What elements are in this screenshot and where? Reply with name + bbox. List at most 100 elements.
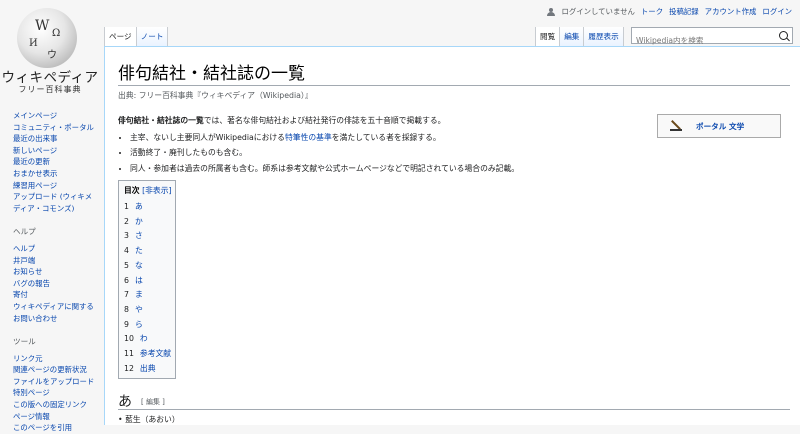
tab-page[interactable]: ページ <box>104 27 136 46</box>
title-divider <box>118 85 790 86</box>
toc-link[interactable]: か <box>135 217 143 226</box>
toc-link[interactable]: 参考文献 <box>140 349 171 358</box>
sidebar: メインページ コミュニティ・ポータル 最近の出来事 新しいページ 最近の更新 お… <box>13 110 99 434</box>
sidebar-item-related-changes[interactable]: 関連ページの更新状況 <box>13 364 99 376</box>
toc-item[interactable]: 4た <box>124 244 171 259</box>
intro-rest: では、著名な俳句結社および結社発行の俳誌を五十音順で掲載する。 <box>203 116 446 125</box>
tab-read[interactable]: 閲覧 <box>535 27 560 46</box>
section-heading: あ <box>118 394 132 410</box>
sidebar-item-donate[interactable]: 寄付 <box>13 289 99 301</box>
toc-list: 1あ 2か 3さ 4た 5な 6は 7ま 8や 9ら 10 わ 11 参考文献 12… <box>124 200 171 376</box>
login-link[interactable]: ログイン <box>762 6 792 17</box>
list-item-text: 藍生（あおい） <box>118 415 180 424</box>
sidebar-heading-tools: ツール <box>13 337 36 347</box>
criteria-list: 主宰、ないし主要同人がWikipediaにおける特筆性の基準を満たしている者を採… <box>118 130 519 177</box>
sidebar-item-announcements[interactable]: お知らせ <box>13 266 99 278</box>
personal-tools: ログインしていません トーク 投稿記録 アカウント作成 ログイン <box>547 6 792 17</box>
sidebar-item-what-links-here[interactable]: リンク元 <box>13 353 99 365</box>
toc-item[interactable]: 3さ <box>124 229 171 244</box>
globe-glyph: И <box>29 38 38 49</box>
portal-literature-link[interactable]: ポータル 文学 <box>696 121 744 132</box>
sidebar-item-random[interactable]: おまかせ表示 <box>13 168 99 180</box>
search-input[interactable] <box>636 36 774 45</box>
toc-link[interactable]: や <box>135 305 143 314</box>
toc-link[interactable]: な <box>135 261 143 270</box>
sidebar-item-page-info[interactable]: ページ情報 <box>13 411 99 423</box>
sidebar-item-upload[interactable]: アップロード (ウィキメディア・コモンズ) <box>13 191 99 214</box>
intro-text: 俳句結社・結社誌の一覧では、著名な俳句結社および結社発行の俳誌を五十音順で掲載す… <box>118 113 519 129</box>
toc-item[interactable]: 8や <box>124 303 171 318</box>
toc-link[interactable]: あ <box>135 202 143 211</box>
pen-icon <box>670 120 682 132</box>
toc-link[interactable]: は <box>135 276 143 285</box>
list-item: 活動終了・廃刊したものも含む。 <box>130 145 519 161</box>
site-subtitle: 出典: フリー百科事典『ウィキペディア（Wikipedia）』 <box>118 91 313 100</box>
sidebar-item-community-portal[interactable]: コミュニティ・ポータル <box>13 122 99 134</box>
namespace-tabs: ページ ノート <box>104 27 169 46</box>
sidebar-item-contact[interactable]: ウィキペディアに関するお問い合わせ <box>13 301 99 324</box>
section-edit-link[interactable]: [ 編集 ] <box>141 397 165 407</box>
toc-title: 目次 <box>124 186 140 195</box>
portal-box[interactable]: ポータル 文学 <box>657 114 781 138</box>
toc-item[interactable]: 9ら <box>124 318 171 333</box>
toc-item[interactable]: 10 わ <box>124 332 171 347</box>
not-logged-in-text: ログインしていません <box>561 7 635 16</box>
toc-link[interactable]: ら <box>135 320 143 329</box>
page-title: 俳句結社・結社誌の一覧 <box>118 64 305 84</box>
intro-bold: 俳句結社・結社誌の一覧 <box>118 116 204 125</box>
wikipedia-logo[interactable]: W Ω И ウ ウィキペディア フリー百科事典 <box>0 0 100 100</box>
sidebar-item-special-pages[interactable]: 特別ページ <box>13 387 99 399</box>
list-item: 藍生（あおい） <box>118 414 180 425</box>
sidebar-item-upload-file[interactable]: ファイルをアップロード <box>13 376 99 388</box>
toc-item[interactable]: 1あ <box>124 200 171 215</box>
tab-edit[interactable]: 編集 <box>559 27 584 46</box>
sidebar-item-new-pages[interactable]: 新しいページ <box>13 145 99 157</box>
contributions-link[interactable]: 投稿記録 <box>669 6 699 17</box>
toc-item[interactable]: 11 参考文献 <box>124 347 171 362</box>
table-of-contents: 目次 [非表示] 1あ 2か 3さ 4た 5な 6は 7ま 8や 9ら 10 わ … <box>118 180 176 379</box>
toc-link[interactable]: さ <box>135 231 143 240</box>
toc-item[interactable]: 5な <box>124 259 171 274</box>
view-tabs: 閲覧 編集 履歴表示 <box>535 27 624 46</box>
sidebar-item-cite[interactable]: このページを引用 <box>13 422 99 434</box>
toc-link[interactable]: わ <box>140 334 148 343</box>
list-item-text: を満たしている者を採録する。 <box>331 132 441 142</box>
sidebar-item-sandbox[interactable]: 練習用ページ <box>13 180 99 192</box>
create-account-link[interactable]: アカウント作成 <box>705 6 757 17</box>
toc-link[interactable]: た <box>135 246 143 255</box>
search-box <box>631 27 793 45</box>
list-item-text: 主宰、ないし主要同人がWikipediaにおける <box>130 132 285 142</box>
talk-link[interactable]: トーク <box>641 6 663 17</box>
list-item: 主宰、ないし主要同人がWikipediaにおける特筆性の基準を満たしている者を採… <box>130 130 519 146</box>
toc-item[interactable]: 7ま <box>124 288 171 303</box>
section-divider <box>118 409 790 410</box>
sidebar-item-help[interactable]: ヘルプ <box>13 243 99 255</box>
sidebar-item-current-events[interactable]: 最近の出来事 <box>13 133 99 145</box>
tab-talk[interactable]: ノート <box>135 27 169 46</box>
toc-item[interactable]: 6は <box>124 274 171 289</box>
sidebar-item-village-pump[interactable]: 井戸端 <box>13 255 99 267</box>
toc-toggle[interactable]: [非表示] <box>142 186 171 195</box>
intro-paragraph: 俳句結社・結社誌の一覧では、著名な俳句結社および結社発行の俳誌を五十音順で掲載す… <box>118 113 519 176</box>
toc-header: 目次 [非表示] <box>124 185 172 196</box>
list-item: 同人・参加者は過去の所属者も含む。師系は参考文献や公式ホームページなどで明記され… <box>130 161 519 177</box>
toc-link[interactable]: ま <box>135 290 143 299</box>
sidebar-heading-help: ヘルプ <box>13 227 36 237</box>
globe-icon: W Ω И ウ <box>17 8 77 68</box>
globe-glyph: Ω <box>52 28 61 39</box>
sidebar-item-recent-changes[interactable]: 最近の更新 <box>13 156 99 168</box>
search-icon[interactable] <box>779 31 788 40</box>
logo-title: ウィキペディア <box>1 70 99 86</box>
toc-link[interactable]: 出典 <box>140 364 156 373</box>
sidebar-item-main-page[interactable]: メインページ <box>13 110 99 122</box>
content-area: 俳句結社・結社誌の一覧 出典: フリー百科事典『ウィキペディア（Wikipedi… <box>104 46 800 425</box>
toc-item[interactable]: 2か <box>124 215 171 230</box>
logo-subtitle: フリー百科事典 <box>18 85 82 94</box>
user-icon <box>547 7 556 16</box>
toc-item[interactable]: 12 出典 <box>124 362 171 377</box>
sidebar-item-permalink[interactable]: この版への固定リンク <box>13 399 99 411</box>
sidebar-item-bug-report[interactable]: バグの報告 <box>13 278 99 290</box>
tab-history[interactable]: 履歴表示 <box>583 27 624 46</box>
globe-glyph: ウ <box>47 50 57 61</box>
notability-link[interactable]: 特筆性の基準 <box>285 133 332 142</box>
